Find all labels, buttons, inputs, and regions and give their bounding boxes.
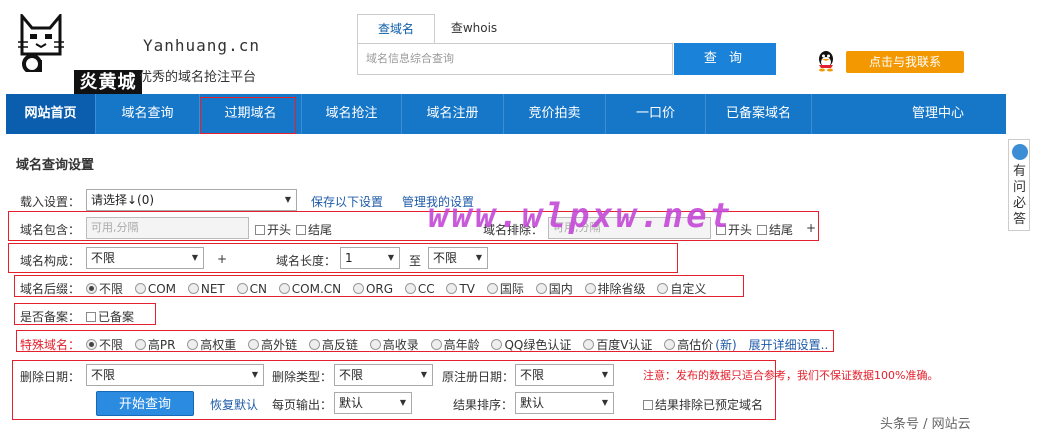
add-exclude-button[interactable]: + [806, 221, 816, 235]
nav-domain-query[interactable]: 域名查询 [96, 94, 200, 134]
suffix-option[interactable]: 不限 [86, 282, 123, 296]
delete-type-label: 删除类型： [272, 370, 333, 384]
compose-select[interactable]: 不限 [86, 247, 204, 269]
nav-auction[interactable]: 竞价拍卖 [504, 94, 606, 134]
exclude-reserved-checkbox[interactable]: 结果排除已预定域名 [643, 396, 763, 413]
site-slogan: 优秀的域名抢注平台 [139, 70, 257, 85]
save-settings-link[interactable]: 保存以下设置 [311, 193, 383, 210]
contains-start-checkbox[interactable]: 开头 [255, 221, 291, 238]
search-button[interactable]: 查 询 [674, 43, 776, 75]
sort-label: 结果排序： [453, 398, 514, 412]
exclude-end-checkbox[interactable]: 结尾 [757, 221, 793, 238]
reg-date-label: 原注册日期： [442, 370, 515, 384]
nav-icp-domains[interactable]: 已备案域名 [706, 94, 812, 134]
to-label: 至 [409, 254, 422, 268]
site-logo[interactable]: 炎黄城 [8, 14, 142, 96]
length-from-select[interactable]: 1 [340, 247, 400, 269]
special-option[interactable]: 百度V认证 [583, 338, 652, 352]
brand-name: 炎黄城 [74, 70, 142, 96]
contains-label: 域名包含： [20, 223, 81, 237]
delete-date-select[interactable]: 不限 [86, 364, 264, 386]
nav-domain-snapback[interactable]: 域名抢注 [302, 94, 402, 134]
watermark: www.wlpxw.net [428, 196, 734, 236]
nav-domain-register[interactable]: 域名注册 [402, 94, 504, 134]
reset-default-link[interactable]: 恢复默认 [210, 396, 258, 413]
suffix-option[interactable]: COM.CN [278, 282, 341, 296]
suffix-label: 域名后缀： [20, 282, 81, 296]
load-settings-label: 载入设置： [20, 195, 81, 209]
data-notice: 注意：发布的数据只适合参考，我们不保证数据100%准确。 [643, 369, 939, 382]
suffix-option[interactable]: 国内 [535, 282, 573, 296]
contains-input[interactable]: 可用,分隔 [86, 217, 249, 239]
reg-date-select[interactable]: 不限 [515, 364, 614, 386]
expand-settings-link[interactable]: 展开详细设置.. [749, 338, 829, 352]
suffix-option[interactable]: CC [404, 282, 435, 296]
contact-button[interactable]: 点击与我联系 [846, 51, 964, 73]
nav-fixed-price[interactable]: 一口价 [606, 94, 706, 134]
suffix-option[interactable]: CN [236, 282, 267, 296]
suffix-option[interactable]: 国际 [486, 282, 524, 296]
highlight-expired-nav [200, 97, 296, 134]
per-page-select[interactable]: 默认 [334, 392, 412, 414]
special-radio-group: 不限 高PR 高权重 高外链 高反链 高收录 高年龄 QQ绿色认证 百度V认证 … [86, 336, 828, 353]
suffix-option[interactable]: TV [446, 282, 475, 296]
source-credit: 头条号 / 网站云 [880, 417, 971, 432]
search-input[interactable]: 域名信息综合查询 [357, 43, 673, 75]
special-option[interactable]: 高年龄 [430, 338, 480, 352]
main-nav: 网站首页 域名查询 过期域名 域名抢注 域名注册 竞价拍卖 一口价 已备案域名 … [6, 94, 1006, 134]
special-option[interactable]: 高PR [134, 338, 175, 352]
suffix-option[interactable]: ORG [352, 282, 393, 296]
icp-label: 是否备案： [20, 310, 81, 324]
tab-query-whois[interactable]: 查whois [435, 14, 513, 44]
special-option[interactable]: 高反链 [308, 338, 358, 352]
delete-date-label: 删除日期： [20, 370, 81, 384]
nav-home[interactable]: 网站首页 [6, 94, 96, 134]
panel-title: 域名查询设置 [16, 158, 95, 173]
special-option[interactable]: 不限 [86, 338, 123, 352]
suffix-option[interactable]: COM [134, 282, 176, 296]
suffix-option[interactable]: 排除省级 [584, 282, 646, 296]
cat-logo-icon [18, 14, 64, 72]
contains-end-checkbox[interactable]: 结尾 [296, 221, 332, 238]
add-compose-button[interactable]: + [217, 252, 227, 266]
sort-select[interactable]: 默认 [515, 392, 614, 414]
length-to-select[interactable]: 不限 [428, 247, 488, 269]
tab-query-domain[interactable]: 查域名 [357, 14, 435, 44]
compose-label: 域名构成： [20, 254, 81, 268]
delete-type-select[interactable]: 不限 [334, 364, 433, 386]
suffix-option[interactable]: 自定义 [657, 282, 706, 296]
site-header: 炎黄城 Yanhuang.cn 优秀的域名抢注平台 查域名 查whois 域名信… [0, 0, 1041, 96]
nav-admin-center[interactable]: 管理中心 [886, 94, 990, 134]
new-tag: (新) [715, 338, 737, 352]
suffix-radio-group: 不限 COM NET CN COM.CN ORG CC TV 国际 国内 排除省… [86, 280, 714, 297]
faq-text: 有问必答 [1013, 164, 1027, 227]
load-settings-select[interactable]: 请选择↓(0) [86, 189, 297, 211]
special-option[interactable]: 高估价 [664, 338, 713, 352]
chat-bubble-icon [1012, 144, 1028, 160]
special-label: 特殊域名： [20, 338, 81, 352]
suffix-option[interactable]: NET [187, 282, 225, 296]
special-option[interactable]: 高外链 [248, 338, 297, 352]
icp-checkbox[interactable]: 已备案 [86, 308, 134, 325]
special-option[interactable]: 高收录 [369, 338, 419, 352]
site-domain: Yanhuang.cn [143, 36, 260, 55]
length-label: 域名长度： [276, 254, 337, 268]
start-query-button[interactable]: 开始查询 [96, 391, 194, 416]
faq-side-widget[interactable]: 有问必答 [1008, 139, 1030, 231]
per-page-label: 每页输出： [272, 398, 333, 412]
special-option[interactable]: QQ绿色认证 [491, 338, 571, 352]
special-option[interactable]: 高权重 [187, 338, 236, 352]
qq-penguin-icon[interactable] [816, 50, 836, 72]
